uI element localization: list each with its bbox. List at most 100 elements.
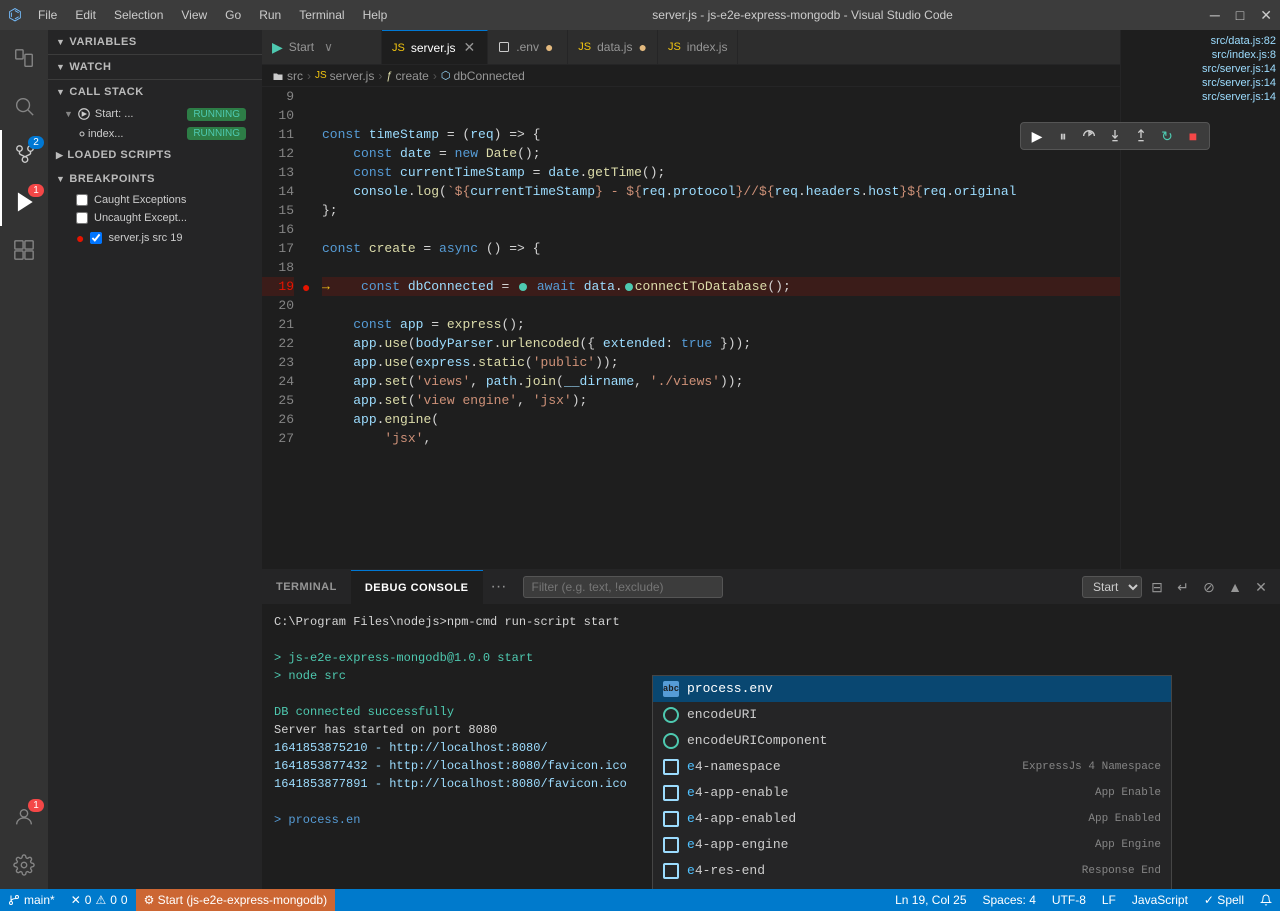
activity-extensions[interactable] bbox=[0, 226, 48, 274]
status-debug[interactable]: ⚙ Start (js-e2e-express-mongodb) bbox=[136, 889, 336, 911]
menu-terminal[interactable]: Terminal bbox=[291, 6, 352, 24]
panel-clear-btn[interactable]: ⊘ bbox=[1198, 576, 1220, 598]
status-notifications[interactable] bbox=[1252, 889, 1280, 911]
uncaught-exceptions-checkbox[interactable] bbox=[76, 212, 88, 224]
variables-header[interactable]: ▼ VARIABLES bbox=[48, 30, 262, 54]
panel-wrap-btn[interactable]: ↵ bbox=[1172, 576, 1194, 598]
autocomplete-dropdown[interactable]: abcprocess.envencodeURIencodeURIComponen… bbox=[652, 675, 1172, 889]
menu-run[interactable]: Run bbox=[251, 6, 289, 24]
callstack-item-0[interactable]: index... RUNNING bbox=[48, 124, 262, 143]
code-line-17: const create = async () => { bbox=[322, 239, 1220, 258]
callstack-group-start[interactable]: ▼ Start: ... RUNNING bbox=[48, 104, 262, 124]
autocomplete-item[interactable]: e4-namespaceExpressJs 4 Namespace bbox=[653, 754, 1171, 780]
status-spaces[interactable]: Spaces: 4 bbox=[975, 889, 1044, 911]
activity-settings[interactable] bbox=[0, 841, 48, 889]
panel-filter-btn[interactable]: ⊟ bbox=[1146, 576, 1168, 598]
debug-stop-btn[interactable]: ■ bbox=[1181, 124, 1205, 148]
menu-edit[interactable]: Edit bbox=[67, 6, 104, 24]
loaded-scripts-label: LOADED SCRIPTS bbox=[67, 149, 171, 161]
tab-start[interactable]: ▶ Start ∨ bbox=[262, 30, 382, 64]
tab-server-js[interactable]: JS server.js ✕ bbox=[382, 30, 488, 64]
status-language[interactable]: JavaScript bbox=[1124, 889, 1196, 911]
autocomplete-item[interactable]: e4-404-handler404 Not Found bbox=[653, 884, 1171, 889]
panel-session-select[interactable]: Start bbox=[1082, 576, 1142, 598]
debug-pause-btn[interactable]: ⏸ bbox=[1051, 124, 1075, 148]
maximize-button[interactable]: □ bbox=[1236, 7, 1244, 24]
reference-link[interactable]: src/server.js:14 bbox=[1121, 90, 1280, 104]
panel-filter-input[interactable] bbox=[523, 576, 723, 598]
breakpoints-header[interactable]: ▼ BREAKPOINTS bbox=[48, 167, 262, 191]
autocomplete-item[interactable]: encodeURIComponent bbox=[653, 728, 1171, 754]
panel-close-btn[interactable]: ✕ bbox=[1250, 576, 1272, 598]
callstack-header[interactable]: ▼ CALL STACK bbox=[48, 80, 262, 104]
autocomplete-item[interactable]: encodeURI bbox=[653, 702, 1171, 728]
panel-expand-btn[interactable]: ▲ bbox=[1224, 576, 1246, 598]
close-button[interactable]: ✕ bbox=[1260, 7, 1272, 24]
reference-link[interactable]: src/server.js:14 bbox=[1121, 76, 1280, 90]
panel-tab-more[interactable]: ··· bbox=[483, 570, 515, 604]
debug-step-out-btn[interactable] bbox=[1129, 124, 1153, 148]
status-errors[interactable]: ✕ 0 ⚠ 0 0 bbox=[63, 889, 136, 911]
references-panel: src/data.js:82src/index.js:8src/server.j… bbox=[1120, 30, 1280, 569]
code-editor[interactable]: 9 10 11 12 13 14 15 16 17 18 19 20 21 22 bbox=[262, 87, 1220, 569]
activity-explorer[interactable] bbox=[0, 34, 48, 82]
tab-index-js[interactable]: JS index.js bbox=[658, 30, 739, 64]
code-line-27: 'jsx', bbox=[322, 429, 1220, 448]
debug-step-into-btn[interactable] bbox=[1103, 124, 1127, 148]
info-count: 0 bbox=[121, 893, 128, 907]
code-line-25: app.set('view engine', 'jsx'); bbox=[322, 391, 1220, 410]
autocomplete-item[interactable]: e4-app-enableApp Enable bbox=[653, 780, 1171, 806]
debug-step-over-btn[interactable] bbox=[1077, 124, 1101, 148]
debug-continue-btn[interactable]: ▶ bbox=[1025, 124, 1049, 148]
status-encoding[interactable]: UTF-8 bbox=[1044, 889, 1094, 911]
autocomplete-item[interactable]: e4-app-engineApp Engine bbox=[653, 832, 1171, 858]
tab-start-dropdown[interactable]: ∨ bbox=[324, 40, 333, 54]
autocomplete-item[interactable]: e4-res-endResponse End bbox=[653, 858, 1171, 884]
panel-tab-debug-console[interactable]: DEBUG CONSOLE bbox=[351, 570, 483, 604]
server-breakpoint-checkbox[interactable] bbox=[90, 232, 102, 244]
loaded-scripts-header[interactable]: ▶ LOADED SCRIPTS bbox=[48, 143, 262, 167]
callstack-process-icon bbox=[77, 107, 91, 121]
autocomplete-item[interactable]: abcprocess.env bbox=[653, 676, 1171, 702]
menu-view[interactable]: View bbox=[173, 6, 215, 24]
reference-link[interactable]: src/data.js:82 bbox=[1121, 34, 1280, 48]
panel-tab-terminal[interactable]: TERMINAL bbox=[262, 570, 351, 604]
menu-file[interactable]: File bbox=[30, 6, 65, 24]
caught-exceptions-checkbox[interactable] bbox=[76, 194, 88, 206]
accounts-badge: 1 bbox=[28, 799, 44, 812]
status-spell[interactable]: ✓ Spell bbox=[1196, 889, 1252, 911]
reference-link[interactable]: src/server.js:14 bbox=[1121, 62, 1280, 76]
code-content[interactable]: const timeStamp = (req) => { const date … bbox=[318, 87, 1220, 569]
autocomplete-item-label: e4-404-handler bbox=[687, 887, 1067, 889]
minimize-button[interactable]: ─ bbox=[1210, 7, 1220, 24]
watch-header[interactable]: ▼ WATCH bbox=[48, 55, 262, 79]
menu-selection[interactable]: Selection bbox=[106, 6, 171, 24]
activity-search[interactable] bbox=[0, 82, 48, 130]
activity-accounts[interactable]: 1 bbox=[0, 793, 48, 841]
status-line-ending[interactable]: LF bbox=[1094, 889, 1124, 911]
autocomplete-item[interactable]: e4-app-enabledApp Enabled bbox=[653, 806, 1171, 832]
breadcrumb-server-js[interactable]: JS server.js bbox=[315, 69, 374, 83]
js-file-icon: JS bbox=[392, 42, 405, 54]
debug-restart-btn[interactable]: ↻ bbox=[1155, 124, 1179, 148]
autocomplete-item-icon bbox=[663, 811, 679, 827]
code-line-21: const app = express(); bbox=[322, 315, 1220, 334]
status-position[interactable]: Ln 19, Col 25 bbox=[887, 889, 974, 911]
breakpoints-section: ▼ BREAKPOINTS Caught Exceptions Uncaught… bbox=[48, 167, 262, 889]
breadcrumb-dbconnected[interactable]: ⬡ dbConnected bbox=[441, 69, 525, 83]
breadcrumb-create[interactable]: ƒ create bbox=[386, 69, 428, 83]
activity-debug[interactable]: 1 bbox=[0, 178, 48, 226]
breadcrumb-sep-2: › bbox=[378, 69, 382, 83]
menu-help[interactable]: Help bbox=[355, 6, 396, 24]
tab-env[interactable]: .env ● bbox=[488, 30, 568, 64]
callstack-running-badge-0: RUNNING bbox=[187, 108, 246, 121]
status-branch[interactable]: main* bbox=[0, 889, 63, 911]
reference-link[interactable]: src/index.js:8 bbox=[1121, 48, 1280, 62]
activity-scm[interactable]: 2 bbox=[0, 130, 48, 178]
breadcrumb-src[interactable]: src bbox=[272, 69, 303, 83]
tab-server-js-close[interactable]: ✕ bbox=[462, 39, 478, 56]
tab-data-js[interactable]: JS data.js ● bbox=[568, 30, 658, 64]
callstack-section: ▼ CALL STACK ▼ Start: ... RUNNING index.… bbox=[48, 80, 262, 143]
watch-label: WATCH bbox=[69, 61, 111, 73]
menu-go[interactable]: Go bbox=[217, 6, 249, 24]
